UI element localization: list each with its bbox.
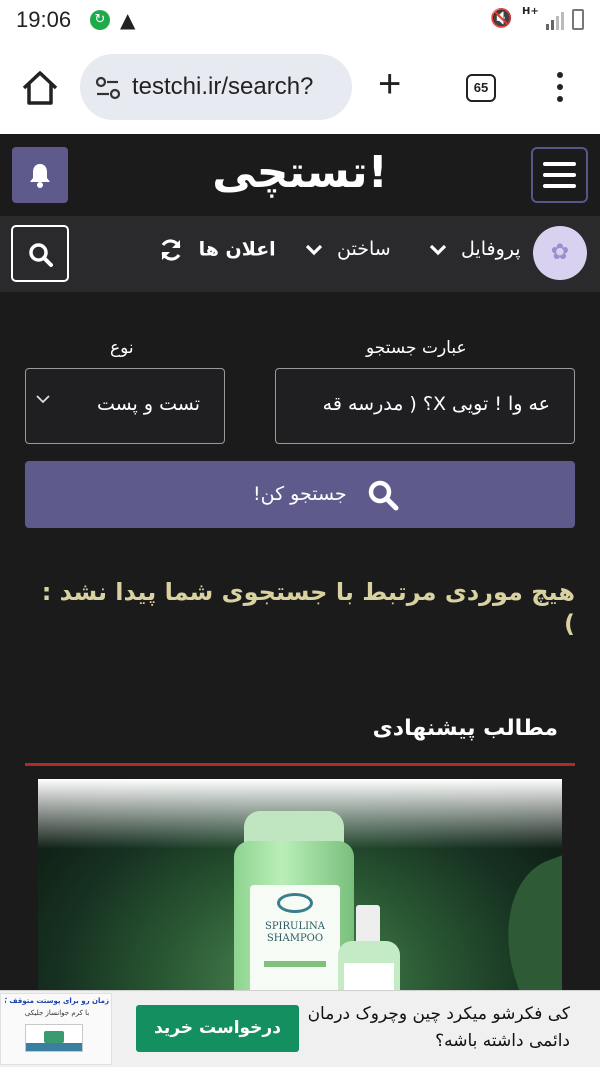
lavender-icon: ✿ [550,240,570,265]
spray-bottle-image [338,905,400,994]
ad-thumbnail[interactable]: زمان رو برای پوستت متوقف کن! با کرم جوان… [0,993,112,1065]
tab-switcher-button[interactable]: 65 [466,74,496,102]
chevron-down-icon [429,244,447,255]
browser-menu-button[interactable] [548,68,572,108]
warning-icon: ▲ [120,8,136,32]
ad-thumb-line2: با کرم جوانساز جلیکی [24,1009,90,1017]
hamburger-menu-button[interactable] [531,147,588,203]
avatar[interactable]: ✿ [533,226,587,280]
nav-profile-label: پروفایل [461,238,521,260]
nav-create[interactable]: ساختن [305,238,391,260]
nav-notifications[interactable]: اعلان ها [158,238,276,262]
chevron-down-icon [305,244,323,255]
nav-create-label: ساختن [337,238,391,260]
nav-notifications-label: اعلان ها [198,238,276,261]
network-type: H+ [522,6,539,17]
suggested-title: مطالب پیشنهادی [372,716,558,741]
search-button[interactable] [11,225,69,282]
chevron-down-icon [36,395,50,404]
notifications-button[interactable] [12,147,68,203]
url-text[interactable]: testchi.ir/search? [132,73,313,101]
type-value: تست و پست [96,393,200,415]
query-label: عبارت جستجو [366,338,467,358]
product-box-image [25,1024,83,1052]
no-results-message: هیچ موردی مرتبط با جستجوی شما پیدا نشد :… [41,578,575,638]
dot-icon [557,72,563,78]
site-header: تستچی! [0,136,600,216]
suggested-article-image[interactable]: SPIRULINA SHAMPOO [38,779,562,994]
query-input[interactable]: عه وا ! تویی X؟ ( مدرسه قه [275,368,575,444]
submit-search-label: جستجو کن! [253,483,347,505]
signal-icon [546,12,564,30]
home-icon[interactable] [18,68,62,108]
dot-icon [557,96,563,102]
query-value: عه وا ! تویی X؟ ( مدرسه قه [322,393,550,415]
nav-bar: اعلان ها ساختن پروفایل ✿ [0,216,600,292]
dot-icon [557,84,563,90]
battery-icon [572,9,584,30]
status-time: 19:06 [16,7,72,32]
ad-buy-button[interactable]: درخواست خرید [136,1005,299,1052]
sync-icon: ↻ [90,10,110,30]
ad-banner[interactable]: زمان رو برای پوستت متوقف کن! با کرم جوان… [0,990,600,1067]
nav-profile[interactable]: پروفایل [429,238,521,260]
type-label: نوع [110,338,134,358]
new-tab-button[interactable]: + [378,64,401,104]
search-icon [29,243,53,267]
status-bar: 19:06 ↻ ▲ 🔇 H+ [0,0,600,40]
ad-thumb-line1: زمان رو برای پوستت متوقف کن! [5,997,109,1005]
ad-headline[interactable]: کی فکرشو میکرد چین وچروک درمان دائمی داش… [300,1001,570,1055]
site-settings-icon[interactable] [94,74,122,102]
product-label: SPIRULINA SHAMPOO [264,921,326,944]
menu-line-icon [543,184,576,188]
address-bar[interactable]: testchi.ir/search? [80,54,352,120]
type-select[interactable]: تست و پست [25,368,225,444]
menu-line-icon [543,173,576,177]
search-icon [368,480,399,511]
submit-search-button[interactable]: جستجو کن! [25,461,575,528]
shampoo-bottle-image: SPIRULINA SHAMPOO [234,811,354,994]
browser-toolbar: testchi.ir/search? + 65 [0,40,600,134]
mute-icon: 🔇 [490,8,513,29]
menu-line-icon [543,162,576,166]
refresh-icon [161,239,181,261]
leaf-shape [480,843,562,994]
suggested-divider [25,763,575,766]
site-logo[interactable]: تستچی! [200,140,400,206]
bell-icon [30,164,50,188]
